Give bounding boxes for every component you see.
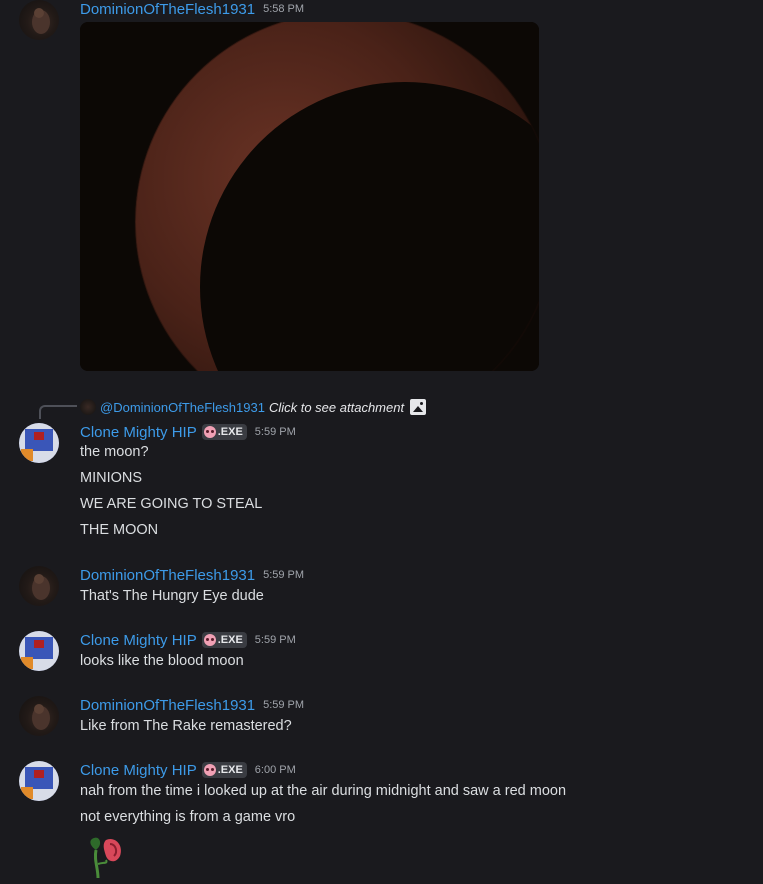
avatar[interactable] [19,566,59,606]
role-tag-label: .EXE [217,634,243,646]
message-line: That's The Hungry Eye dude [80,588,264,604]
message-line: Like from The Rake remastered? [80,718,292,734]
message-line: not everything is from a game vro [80,809,296,825]
username[interactable]: DominionOfTheFlesh1931 [80,567,255,584]
username[interactable]: Clone Mighty HIP [80,762,197,779]
wilted-rose-sticker[interactable] [84,834,126,880]
avatar[interactable] [19,696,59,736]
avatar[interactable] [19,423,59,463]
reply-mention[interactable]: @DominionOfTheFlesh1931 [100,400,265,415]
username[interactable]: Clone Mighty HIP [80,632,197,649]
avatar[interactable] [19,631,59,671]
message-header: DominionOfTheFlesh1931 5:58 PM [80,0,304,19]
role-tag[interactable]: .EXE [201,762,247,778]
message-line: nah from the time i looked up at the air… [80,783,567,799]
role-tag[interactable]: .EXE [201,632,247,648]
skull-icon [203,634,216,646]
timestamp[interactable]: 6:00 PM [255,764,296,776]
message-line: the moon? [80,444,149,460]
reply-avatar [80,399,96,415]
reply-spine [39,405,77,419]
image-attachment[interactable] [80,22,539,371]
timestamp[interactable]: 5:59 PM [255,634,296,646]
username[interactable]: DominionOfTheFlesh1931 [80,1,255,18]
timestamp[interactable]: 5:59 PM [255,426,296,438]
timestamp[interactable]: 5:59 PM [263,569,304,581]
reply-preview[interactable]: @DominionOfTheFlesh1931 Click to see att… [80,398,427,416]
message-line: looks like the blood moon [80,653,244,669]
timestamp[interactable]: 5:58 PM [263,3,304,15]
message-line: MINIONS [80,470,143,486]
role-tag-label: .EXE [217,764,243,776]
avatar[interactable] [19,761,59,801]
username[interactable]: Clone Mighty HIP [80,424,197,441]
message-line: THE MOON [80,522,159,538]
skull-icon [203,426,216,438]
message-line: WE ARE GOING TO STEAL [80,496,263,512]
timestamp[interactable]: 5:59 PM [263,699,304,711]
reply-text[interactable]: Click to see attachment [269,400,404,415]
avatar[interactable] [19,0,59,40]
role-tag[interactable]: .EXE [201,424,247,440]
image-icon [410,399,427,415]
skull-icon [203,764,216,776]
username[interactable]: DominionOfTheFlesh1931 [80,697,255,714]
role-tag-label: .EXE [217,426,243,438]
